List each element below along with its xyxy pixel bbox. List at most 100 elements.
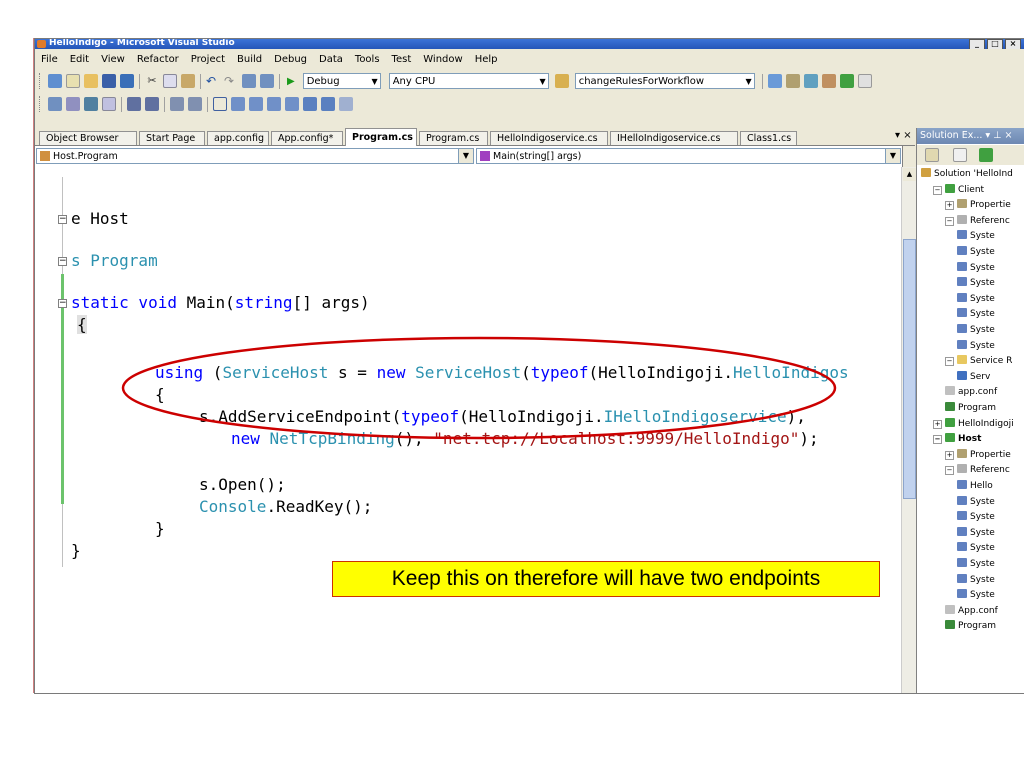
tree-item[interactable]: Syste	[957, 495, 995, 508]
solution-platform-dropdown[interactable]: Any CPU ▼	[388, 73, 549, 89]
properties-icon[interactable]	[925, 148, 939, 162]
previous-bookmark-in-folder-icon[interactable]	[267, 97, 281, 111]
menu-file[interactable]: File	[35, 51, 64, 69]
previous-bookmark-icon[interactable]	[231, 97, 245, 111]
tab-class1-cs[interactable]: Class1.cs	[740, 131, 797, 145]
tree-item[interactable]: Syste	[957, 558, 995, 570]
tree-item[interactable]: Program	[945, 402, 996, 414]
new-project-icon[interactable]	[48, 74, 62, 88]
solution-explorer-header[interactable]: Solution Ex... ▾ ⊥ ×	[917, 128, 1024, 144]
expand-icon[interactable]: +	[933, 419, 942, 429]
collapse-method-button[interactable]: −	[58, 299, 67, 308]
menu-build[interactable]: Build	[231, 51, 268, 69]
find-combo-box[interactable]: changeRulesForWorkflow ▼	[574, 73, 755, 89]
code-editor[interactable]: Host.Program ▼ Main(string[] args) ▼ − e…	[35, 146, 917, 693]
menu-refactor[interactable]: Refactor	[131, 51, 185, 69]
tree-item[interactable]: − Client	[933, 183, 984, 196]
parameter-info-icon[interactable]	[66, 97, 80, 111]
tab-app-config[interactable]: app.config	[207, 131, 269, 145]
collapse-icon[interactable]: −	[945, 216, 954, 226]
tree-item[interactable]: Solution 'HelloInd	[921, 168, 1013, 180]
tree-item[interactable]: + Propertie	[945, 199, 1011, 211]
tree-item[interactable]: App.conf	[945, 604, 998, 617]
toolbar-grip[interactable]	[39, 96, 43, 112]
tree-item[interactable]: Syste	[957, 324, 995, 336]
copy-icon[interactable]	[163, 74, 177, 88]
other-windows-icon[interactable]	[857, 74, 872, 88]
undo-icon[interactable]: ↶	[206, 74, 220, 88]
menu-test[interactable]: Test	[386, 51, 418, 69]
expand-icon[interactable]: +	[945, 201, 954, 211]
show-all-files-icon[interactable]	[953, 148, 967, 162]
menu-tools[interactable]: Tools	[349, 51, 386, 69]
display-object-member-list-icon[interactable]	[48, 97, 62, 111]
tree-item[interactable]: − Service R	[945, 355, 1012, 367]
collapse-class-button[interactable]: −	[58, 257, 67, 266]
menu-help[interactable]: Help	[469, 51, 504, 69]
uncomment-icon[interactable]	[188, 97, 202, 111]
tree-item[interactable]: + Propertie	[945, 448, 1011, 461]
editor-vertical-scrollbar[interactable]: ▲	[901, 167, 917, 693]
tree-item[interactable]: app.conf	[945, 386, 997, 398]
previous-bookmark-in-document-icon[interactable]	[303, 97, 317, 111]
tree-item[interactable]: Program	[945, 620, 996, 632]
quick-info-icon[interactable]	[84, 97, 98, 111]
menu-data[interactable]: Data	[313, 51, 349, 69]
decrease-indent-icon[interactable]	[127, 97, 141, 111]
toolbox-icon[interactable]	[821, 74, 836, 88]
scrollbar-thumb[interactable]	[903, 239, 916, 499]
menu-view[interactable]: View	[95, 51, 131, 69]
tree-item[interactable]: Hello	[957, 480, 993, 492]
properties-window-icon[interactable]	[785, 74, 800, 88]
menu-debug[interactable]: Debug	[268, 51, 313, 69]
tree-item[interactable]: − Referenc	[945, 464, 1010, 476]
increase-indent-icon[interactable]	[145, 97, 159, 111]
toggle-bookmark-icon[interactable]	[213, 97, 227, 111]
solution-explorer-icon[interactable]	[767, 74, 782, 88]
clear-bookmarks-icon[interactable]	[339, 97, 353, 111]
maximize-button[interactable]: □	[987, 39, 1003, 49]
tab-controls[interactable]: ▾ ×	[895, 130, 912, 141]
tree-item[interactable]: − Referenc	[945, 214, 1010, 227]
tree-item[interactable]: Syste	[957, 277, 995, 289]
tree-item[interactable]: Syste	[957, 573, 995, 586]
save-icon[interactable]	[102, 74, 116, 88]
collapse-icon[interactable]: −	[945, 466, 954, 476]
tab-helloindigoservice-cs[interactable]: HelloIndigoservice.cs	[490, 131, 608, 145]
scroll-up-icon[interactable]: ▲	[903, 168, 916, 181]
tree-item[interactable]: Serv	[957, 370, 990, 383]
next-bookmark-in-document-icon[interactable]	[321, 97, 335, 111]
save-all-icon[interactable]	[120, 74, 134, 88]
comment-out-icon[interactable]	[170, 97, 184, 111]
collapse-namespace-button[interactable]: −	[58, 215, 67, 224]
tree-item[interactable]: Syste	[957, 511, 995, 523]
next-bookmark-icon[interactable]	[249, 97, 263, 111]
next-bookmark-in-folder-icon[interactable]	[285, 97, 299, 111]
tab-object-browser[interactable]: Object Browser	[39, 131, 137, 145]
redo-icon[interactable]: ↷	[224, 74, 238, 88]
start-page-icon[interactable]	[839, 74, 854, 88]
tree-item[interactable]: Syste	[957, 308, 995, 320]
solution-configuration-dropdown[interactable]: Debug ▼	[302, 73, 381, 89]
minimize-button[interactable]: _	[969, 39, 985, 49]
code-text-area[interactable]: − e Host − s Program − static void Main(…	[35, 167, 902, 693]
tree-item[interactable]: Syste	[957, 230, 995, 242]
tree-item[interactable]: Syste	[957, 246, 995, 258]
toolbar-grip[interactable]	[39, 73, 43, 89]
menu-edit[interactable]: Edit	[64, 51, 95, 69]
tree-item[interactable]: Syste	[957, 339, 995, 352]
collapse-icon[interactable]: −	[933, 185, 942, 195]
tree-item[interactable]: + HelloIndigoji	[933, 417, 1014, 430]
tree-item[interactable]: Syste	[957, 292, 995, 305]
complete-word-icon[interactable]	[102, 97, 116, 111]
tab-program-cs[interactable]: Program.cs	[345, 128, 417, 146]
start-debugging-icon[interactable]: ▶	[287, 76, 295, 87]
types-dropdown[interactable]: Host.Program ▼	[36, 148, 474, 164]
menu-project[interactable]: Project	[185, 51, 231, 69]
navigate-backward-icon[interactable]	[242, 74, 256, 88]
tab-app-config[interactable]: App.config*	[271, 131, 343, 145]
members-dropdown[interactable]: Main(string[] args) ▼	[476, 148, 901, 164]
object-browser-icon[interactable]	[803, 74, 818, 88]
tree-item[interactable]: Syste	[957, 261, 995, 274]
close-button[interactable]: ×	[1005, 39, 1021, 49]
